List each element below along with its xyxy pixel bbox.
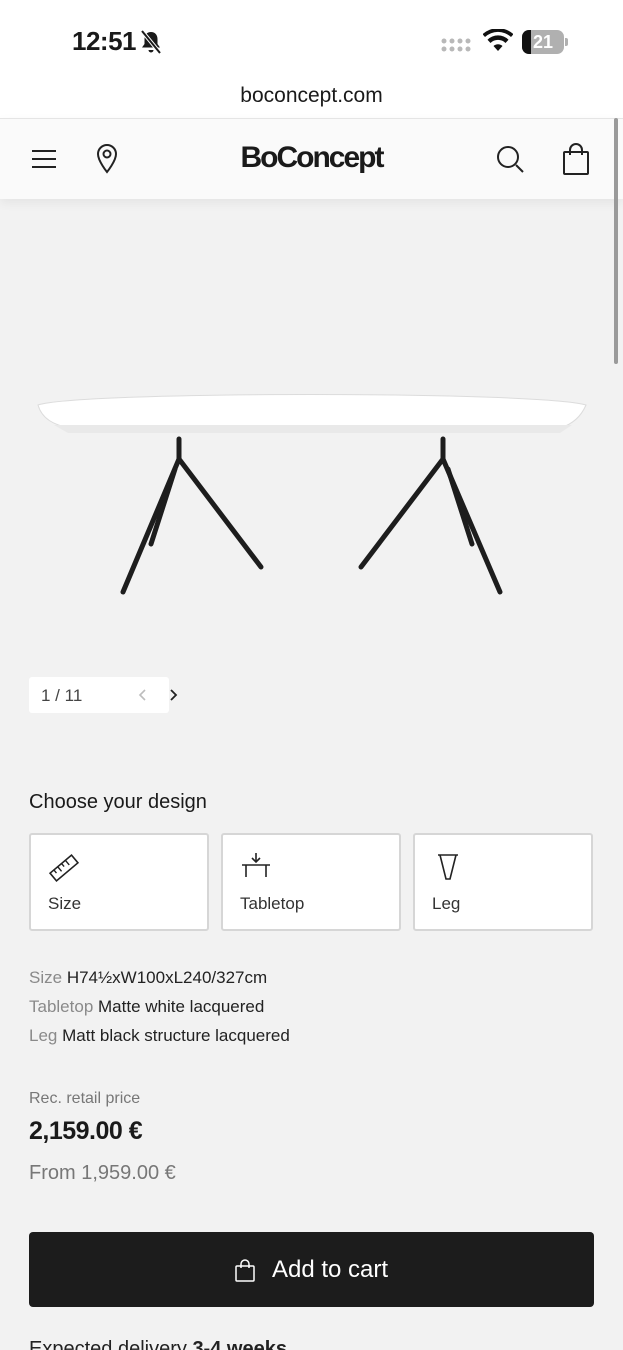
table-leg-icon bbox=[438, 854, 458, 880]
chevron-right-icon[interactable] bbox=[165, 687, 181, 703]
design-option-tabletop[interactable]: Tabletop bbox=[221, 833, 401, 931]
design-option-size-label: Size bbox=[48, 894, 82, 913]
chevron-left-icon[interactable] bbox=[135, 687, 151, 703]
gallery-counter: 1 / 11 bbox=[41, 686, 83, 705]
product-gallery: 1 / 11 bbox=[0, 199, 623, 759]
delivery-label: Expected delivery bbox=[29, 1338, 187, 1350]
spec-tabletop-value: Matte white lacquered bbox=[98, 997, 265, 1016]
design-heading: Choose your design bbox=[29, 791, 207, 813]
spec-size-key: Size bbox=[29, 968, 63, 987]
shopping-bag-icon[interactable] bbox=[558, 141, 594, 177]
add-to-cart-label: Add to cart bbox=[272, 1256, 389, 1283]
cellular-signal-icon bbox=[441, 38, 471, 52]
spec-leg-value: Matt black structure lacquered bbox=[62, 1026, 290, 1045]
tabletop-icon bbox=[242, 853, 270, 877]
price-from: From 1,959.00 € bbox=[29, 1162, 176, 1184]
price-caption: Rec. retail price bbox=[29, 1090, 141, 1107]
url-bar[interactable]: boconcept.com bbox=[0, 80, 623, 118]
spec-leg: Leg Matt black structure lacquered bbox=[29, 1026, 290, 1046]
spec-size-value: H74½xW100xL240/327cm bbox=[66, 968, 268, 987]
ruler-icon bbox=[48, 854, 80, 882]
status-bar: 12:51 21 bbox=[0, 0, 623, 80]
price: 2,159.00 € bbox=[29, 1117, 143, 1145]
url-text: boconcept.com bbox=[240, 84, 383, 107]
expected-delivery: Expected delivery 3-4 weeks bbox=[29, 1338, 287, 1350]
status-time: 12:51 bbox=[72, 26, 137, 56]
wifi-icon bbox=[483, 29, 513, 51]
site-header: BoConcept bbox=[0, 118, 623, 199]
battery-level: 21 bbox=[532, 32, 554, 52]
add-to-cart-button[interactable]: Add to cart bbox=[29, 1232, 594, 1307]
bell-muted-icon bbox=[140, 29, 162, 55]
design-option-size[interactable]: Size bbox=[29, 833, 209, 931]
spec-leg-key: Leg bbox=[29, 1026, 58, 1045]
design-option-leg-label: Leg bbox=[432, 894, 461, 913]
spec-tabletop-key: Tabletop bbox=[29, 997, 94, 1016]
design-option-tabletop-label: Tabletop bbox=[240, 894, 305, 913]
design-option-leg[interactable]: Leg bbox=[413, 833, 593, 931]
shopping-bag-icon bbox=[235, 1259, 255, 1282]
search-icon[interactable] bbox=[492, 141, 528, 177]
spec-size: Size H74½xW100xL240/327cm bbox=[29, 968, 267, 988]
gallery-pager: 1 / 11 bbox=[29, 677, 178, 713]
delivery-value: 3-4 weeks bbox=[192, 1338, 287, 1350]
battery-indicator: 21 bbox=[522, 30, 568, 54]
product-image-dining-table[interactable] bbox=[20, 379, 604, 609]
brand-logo[interactable]: BoConcept bbox=[0, 141, 623, 175]
spec-tabletop: Tabletop Matte white lacquered bbox=[29, 997, 264, 1017]
